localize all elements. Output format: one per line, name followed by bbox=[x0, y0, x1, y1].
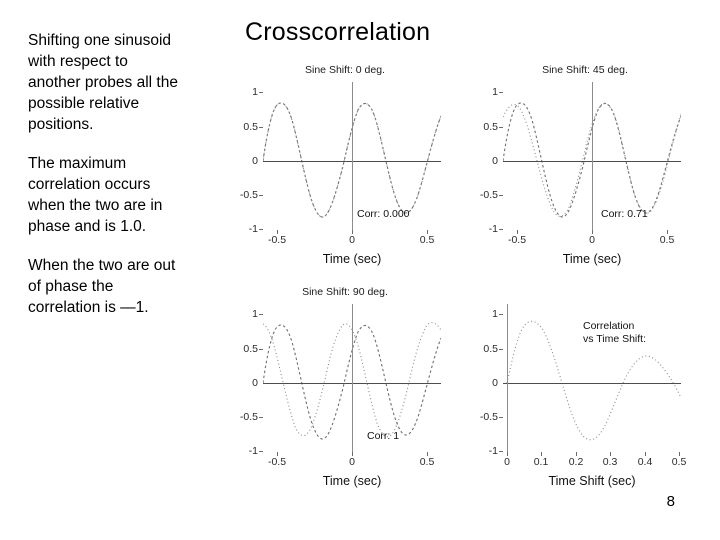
chart-title-0: Sine Shift: 0 deg. bbox=[305, 64, 385, 76]
corr-annotation-1: Corr: 0.71 bbox=[601, 208, 648, 220]
x-axis-title-3: Time Shift (sec) bbox=[548, 474, 636, 488]
paragraph-1: Shifting one sinusoid with respect to an… bbox=[28, 32, 178, 133]
correlation-annotation-line2: vs Time Shift: bbox=[583, 333, 647, 345]
ytick-label-3-2: 0.5 bbox=[483, 343, 498, 355]
xtick-label-2-2: 0 bbox=[349, 456, 355, 468]
xtick-label-3-2: 0.1 bbox=[533, 456, 549, 468]
ytick-label-1-4: -0.5 bbox=[479, 189, 498, 201]
figure-area: Sine Shift: 0 deg. 1 0.5 0 -0.5 -1 -0.5 … bbox=[225, 60, 705, 500]
chart-panel-correlation-vs-shift: 1 0.5 0 -0.5 -1 0 0.1 0.2 0.3 0.4 0.5 Co… bbox=[465, 282, 705, 497]
ytick-label-0-5: -1 bbox=[248, 223, 258, 235]
xtick-label-3-1: 0 bbox=[504, 456, 510, 468]
chart-title-2: Sine Shift: 90 deg. bbox=[302, 286, 388, 298]
ytick-label-0-2: 0.5 bbox=[243, 121, 258, 133]
xtick-label-0-2: 0 bbox=[349, 234, 355, 246]
x-axis-title-0: Time (sec) bbox=[322, 252, 382, 266]
chart-panel-shift-0: Sine Shift: 0 deg. 1 0.5 0 -0.5 -1 -0.5 … bbox=[225, 60, 465, 275]
ytick-label-1-5: -1 bbox=[488, 223, 498, 235]
ytick-label-3-1: 1 bbox=[492, 308, 498, 320]
ytick-label-3-4: -0.5 bbox=[479, 411, 498, 423]
paragraph-3: When the two are out of phase the correl… bbox=[28, 257, 176, 316]
plot-area-0: 1 0.5 0 -0.5 -1 -0.5 0 0.5 bbox=[240, 82, 441, 246]
correlation-annotation-line1: Correlation bbox=[583, 320, 635, 332]
corr-annotation-0: Corr: 0.000 bbox=[357, 208, 410, 220]
xtick-label-1-1: -0.5 bbox=[507, 234, 527, 246]
plot-area-2: 1 0.5 0 -0.5 -1 -0.5 0 0.5 bbox=[240, 304, 441, 468]
xtick-label-3-6: 0.5 bbox=[671, 456, 687, 468]
page-number: 8 bbox=[666, 493, 675, 510]
xtick-label-2-1: -0.5 bbox=[267, 456, 287, 468]
xtick-label-1-2: 0 bbox=[589, 234, 595, 246]
y-axis-0 bbox=[352, 82, 353, 230]
y-axis-1 bbox=[592, 82, 593, 230]
ytick-label-0-3: 0 bbox=[252, 155, 258, 167]
ytick-label-1-1: 1 bbox=[492, 86, 498, 98]
ytick-label-1-2: 0.5 bbox=[483, 121, 498, 133]
ytick-label-2-2: 0.5 bbox=[243, 343, 258, 355]
xtick-label-0-3: 0.5 bbox=[419, 234, 435, 246]
xtick-label-0-1: -0.5 bbox=[267, 234, 287, 246]
paragraph-2: The maximum correlation occurs when the … bbox=[28, 155, 163, 235]
page-title: Crosscorrelation bbox=[245, 18, 431, 46]
slide: Crosscorrelation Shifting one sinusoid w… bbox=[0, 0, 720, 540]
chart-panel-shift-90: Sine Shift: 90 deg. 1 0.5 0 -0.5 -1 -0.5… bbox=[225, 282, 465, 497]
x-axis-3 bbox=[503, 383, 681, 384]
y-axis-2 bbox=[352, 304, 353, 452]
xtick-label-1-3: 0.5 bbox=[659, 234, 675, 246]
ytick-label-2-1: 1 bbox=[252, 308, 258, 320]
ytick-label-0-4: -0.5 bbox=[239, 189, 258, 201]
ytick-label-2-5: -1 bbox=[248, 445, 258, 457]
ytick-label-1-3: 0 bbox=[492, 155, 498, 167]
chart-panel-shift-45: Sine Shift: 45 deg. 1 0.5 0 -0.5 -1 -0.5… bbox=[465, 60, 705, 275]
xtick-label-3-3: 0.2 bbox=[568, 456, 584, 468]
ytick-label-2-3: 0 bbox=[252, 377, 258, 389]
ytick-label-3-3: 0 bbox=[492, 377, 498, 389]
x-axis-title-2: Time (sec) bbox=[322, 474, 382, 488]
x-axis-title-1: Time (sec) bbox=[562, 252, 622, 266]
xtick-label-3-4: 0.3 bbox=[602, 456, 618, 468]
ytick-label-3-5: -1 bbox=[488, 445, 498, 457]
xtick-label-2-3: 0.5 bbox=[419, 456, 435, 468]
plot-area-1: 1 0.5 0 -0.5 -1 -0.5 0 0.5 bbox=[480, 82, 681, 246]
ytick-label-0-1: 1 bbox=[252, 86, 258, 98]
body-text-column: Shifting one sinusoid with respect to an… bbox=[28, 30, 178, 336]
chart-title-1: Sine Shift: 45 deg. bbox=[542, 64, 628, 76]
corr-annotation-2: Corr: 1 bbox=[367, 430, 400, 442]
xtick-label-3-5: 0.4 bbox=[637, 456, 653, 468]
y-axis-3 bbox=[507, 304, 508, 452]
ytick-label-2-4: -0.5 bbox=[239, 411, 258, 423]
correlation-annotation: Correlation vs Time Shift: bbox=[583, 320, 646, 346]
